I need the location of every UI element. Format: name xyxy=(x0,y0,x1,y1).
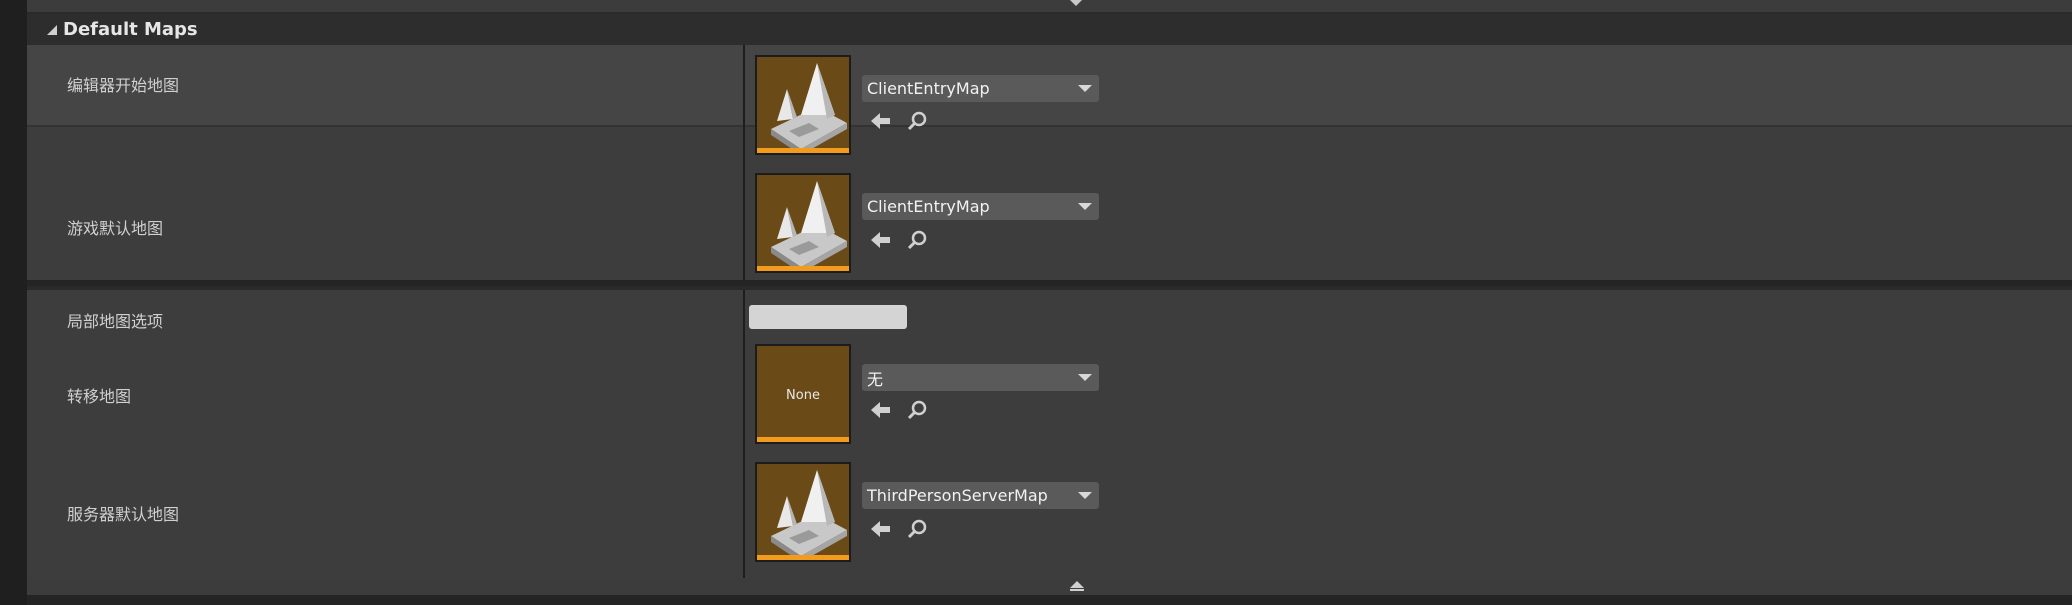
dropdown-caret-icon xyxy=(1078,203,1092,210)
category-title: Default Maps xyxy=(63,19,198,40)
arrow-left-icon[interactable] xyxy=(869,109,893,133)
map-combobox[interactable]: ClientEntryMap xyxy=(862,193,1099,220)
chevron-down-icon xyxy=(1070,0,1082,6)
advanced-expand-strip[interactable] xyxy=(27,578,2072,595)
column-divider xyxy=(743,45,745,280)
level-map-icon xyxy=(771,63,847,153)
selected-map: ThirdPersonServerMap xyxy=(867,486,1048,505)
map-thumbnail-empty[interactable]: None xyxy=(755,344,851,444)
thumbnail-none-label: None xyxy=(786,388,820,403)
property-group-advanced: 局部地图选项 转移地图 服务器默认地图 xyxy=(27,290,2072,578)
search-icon[interactable] xyxy=(905,109,929,133)
property-label: 编辑器开始地图 xyxy=(67,76,180,95)
dropdown-caret-icon xyxy=(1078,374,1092,381)
map-combobox[interactable]: ThirdPersonServerMap xyxy=(862,482,1099,509)
map-thumbnail[interactable] xyxy=(755,173,851,273)
expand-triangle-icon xyxy=(47,24,57,35)
local-map-options-field[interactable] xyxy=(749,305,907,329)
category-header-default-maps[interactable]: Default Maps xyxy=(27,14,2072,45)
map-combobox[interactable]: ClientEntryMap xyxy=(862,75,1099,102)
level-map-icon xyxy=(771,181,847,271)
property-label: 游戏默认地图 xyxy=(67,219,164,238)
column-divider xyxy=(743,290,745,578)
property-label: 转移地图 xyxy=(67,387,132,406)
property-label: 服务器默认地图 xyxy=(67,505,180,524)
top-collapse-strip[interactable] xyxy=(27,0,2072,14)
left-gutter xyxy=(0,0,27,605)
dropdown-caret-icon xyxy=(1078,492,1092,499)
collapse-up-line xyxy=(1070,589,1084,591)
asset-type-bar xyxy=(757,148,849,153)
selected-map: ClientEntryMap xyxy=(867,79,990,98)
level-map-icon xyxy=(771,470,847,560)
map-thumbnail[interactable] xyxy=(755,55,851,155)
arrow-left-icon[interactable] xyxy=(869,398,893,422)
collapse-up-icon xyxy=(1070,581,1084,588)
asset-type-bar xyxy=(757,555,849,560)
arrow-left-icon[interactable] xyxy=(869,517,893,541)
map-thumbnail[interactable] xyxy=(755,462,851,562)
map-combobox[interactable]: 无 xyxy=(862,364,1099,391)
search-icon[interactable] xyxy=(905,228,929,252)
property-label: 局部地图选项 xyxy=(67,312,164,331)
search-icon[interactable] xyxy=(905,517,929,541)
search-icon[interactable] xyxy=(905,398,929,422)
arrow-left-icon[interactable] xyxy=(869,228,893,252)
asset-type-bar xyxy=(757,437,849,442)
asset-type-bar xyxy=(757,266,849,271)
selected-map: 无 xyxy=(867,369,884,389)
dropdown-caret-icon xyxy=(1078,85,1092,92)
selected-map: ClientEntryMap xyxy=(867,197,990,216)
